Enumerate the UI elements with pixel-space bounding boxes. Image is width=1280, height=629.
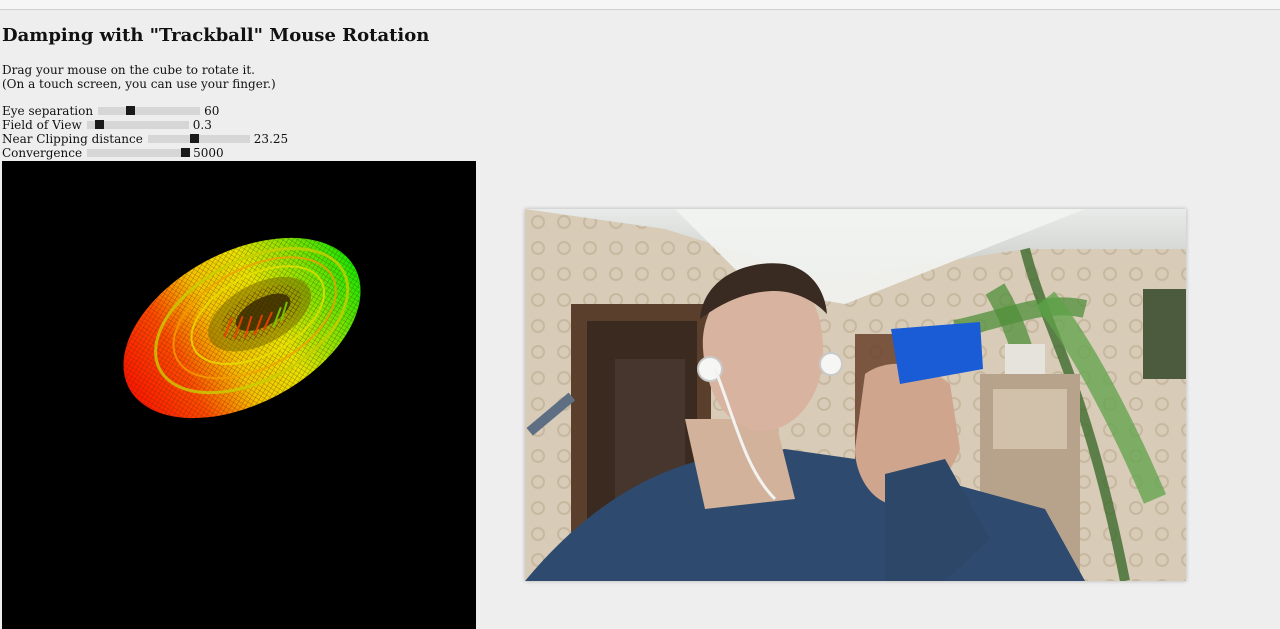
controls-panel: Eye separation 60 Field of View 0.3 Near… (2, 104, 288, 160)
instruction-line: (On a touch screen, you can use your fin… (2, 77, 276, 91)
field-of-view-slider[interactable] (86, 120, 189, 129)
control-label: Convergence (2, 146, 83, 160)
webgl-viewport[interactable] (2, 161, 476, 629)
webcam-video (525, 209, 1186, 581)
control-eye-separation: Eye separation 60 (2, 104, 288, 118)
control-value: 0.3 (192, 118, 212, 132)
torus-mesh (123, 237, 361, 419)
eye-separation-slider[interactable] (98, 106, 201, 115)
page-title: Damping with "Trackball" Mouse Rotation (2, 25, 430, 46)
control-label: Eye separation (2, 104, 94, 118)
control-value: 5000 (193, 146, 224, 160)
control-field-of-view: Field of View 0.3 (2, 118, 288, 132)
slider-thumb[interactable] (189, 134, 199, 143)
slider-thumb[interactable] (94, 120, 104, 129)
control-label: Near Clipping distance (2, 132, 143, 146)
slider-thumb[interactable] (125, 106, 135, 115)
browser-top-strip (0, 0, 1280, 10)
webcam-frame (525, 209, 1186, 581)
convergence-slider[interactable] (87, 148, 190, 157)
control-value: 60 (204, 104, 220, 118)
slider-thumb[interactable] (181, 148, 190, 157)
instructions: Drag your mouse on the cube to rotate it… (2, 63, 276, 91)
control-convergence: Convergence 5000 (2, 146, 288, 160)
instruction-line: Drag your mouse on the cube to rotate it… (2, 63, 255, 77)
control-value: 23.25 (253, 132, 289, 146)
control-label: Field of View (2, 118, 82, 132)
near-clipping-distance-slider[interactable] (147, 134, 250, 143)
torus-render[interactable] (2, 161, 476, 629)
control-near-clipping-distance: Near Clipping distance 23.25 (2, 132, 288, 146)
